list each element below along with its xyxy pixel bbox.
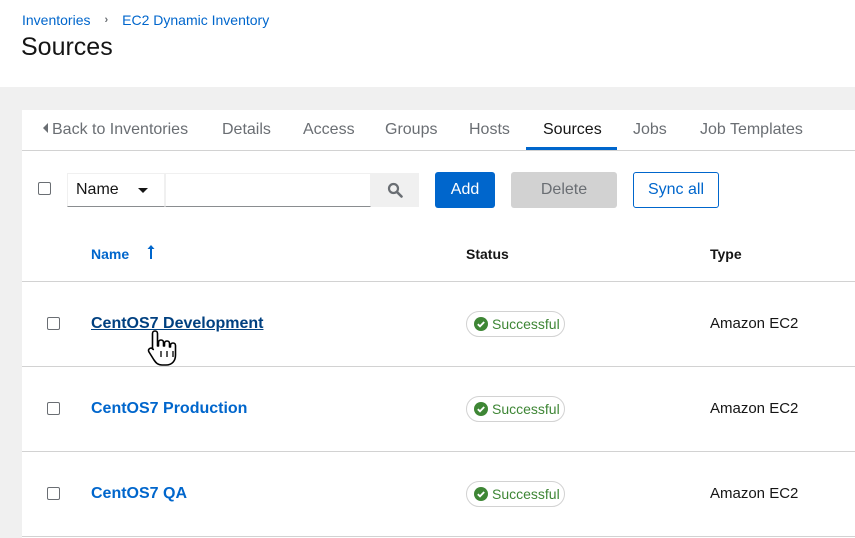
search-input[interactable]	[165, 173, 371, 207]
status-badge[interactable]: Successful	[466, 311, 565, 337]
delete-button[interactable]: Delete	[511, 172, 617, 208]
check-circle-icon	[474, 317, 488, 331]
breadcrumb-inventories[interactable]: Inventories	[22, 12, 90, 28]
active-tab-indicator	[526, 147, 617, 150]
status-label: Successful	[492, 486, 560, 502]
source-type: Amazon EC2	[710, 315, 799, 332]
tab-access[interactable]: Access	[303, 121, 355, 139]
row-divider	[22, 451, 855, 452]
tab-bar: Back to Inventories Details Access Group…	[22, 110, 855, 151]
breadcrumb: Inventories › EC2 Dynamic Inventory	[22, 12, 269, 28]
tab-hosts[interactable]: Hosts	[469, 121, 510, 139]
breadcrumb-separator-icon: ›	[104, 14, 109, 26]
search-icon	[387, 182, 403, 198]
status-badge[interactable]: Successful	[466, 396, 565, 422]
tab-sources[interactable]: Sources	[543, 121, 602, 139]
filter-attribute-select[interactable]: Name	[67, 173, 165, 207]
header-divider	[22, 281, 855, 282]
row-checkbox[interactable]	[47, 402, 60, 415]
tab-back-to-inventories[interactable]: Back to Inventories	[43, 121, 188, 139]
sources-card: Back to Inventories Details Access Group…	[22, 110, 855, 538]
tab-details[interactable]: Details	[222, 121, 271, 139]
select-all-checkbox[interactable]	[38, 182, 51, 195]
breadcrumb-ec2-dynamic-inventory[interactable]: EC2 Dynamic Inventory	[122, 12, 269, 28]
status-label: Successful	[492, 401, 560, 417]
tab-label: Back to Inventories	[52, 121, 189, 138]
status-badge[interactable]: Successful	[466, 481, 565, 507]
sort-ascending-icon[interactable]	[146, 244, 156, 260]
source-type: Amazon EC2	[710, 400, 799, 417]
source-name-link[interactable]: CentOS7 Production	[91, 400, 247, 418]
column-header-name[interactable]: Name	[91, 246, 129, 262]
add-button[interactable]: Add	[435, 172, 495, 208]
filter-attribute-label: Name	[76, 181, 119, 198]
tab-job-templates[interactable]: Job Templates	[700, 121, 803, 139]
row-divider	[22, 366, 855, 367]
check-circle-icon	[474, 402, 488, 416]
source-type: Amazon EC2	[710, 485, 799, 502]
page-header: Inventories › EC2 Dynamic Inventory Sour…	[0, 0, 855, 87]
tab-groups[interactable]: Groups	[385, 121, 437, 139]
row-checkbox[interactable]	[47, 317, 60, 330]
check-circle-icon	[474, 487, 488, 501]
page-title: Sources	[21, 33, 113, 61]
row-divider	[22, 536, 855, 537]
status-label: Successful	[492, 316, 560, 332]
row-checkbox[interactable]	[47, 487, 60, 500]
sync-all-button[interactable]: Sync all	[633, 172, 719, 208]
column-header-type: Type	[710, 246, 742, 262]
caret-down-icon	[138, 188, 148, 193]
caret-left-icon	[43, 123, 48, 133]
search-button[interactable]	[371, 173, 419, 207]
tab-jobs[interactable]: Jobs	[633, 121, 667, 139]
source-name-link[interactable]: CentOS7 QA	[91, 485, 187, 503]
column-header-status: Status	[466, 246, 509, 262]
source-name-link[interactable]: CentOS7 Development	[91, 315, 263, 333]
